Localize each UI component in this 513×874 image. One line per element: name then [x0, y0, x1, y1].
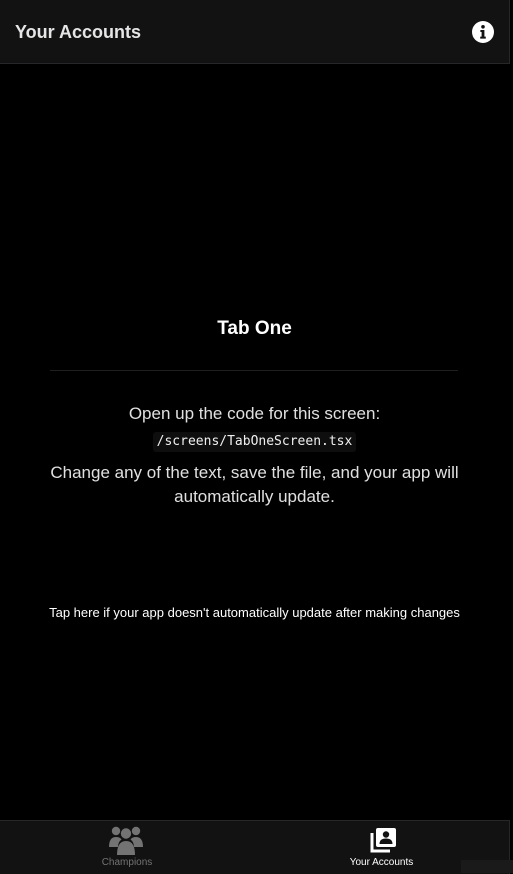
- bottom-tab-bar: Champions Your Accounts: [0, 820, 510, 874]
- tab-one-screen: Tab One Open up the code for this screen…: [0, 64, 509, 820]
- separator: [50, 370, 458, 371]
- screen-title: Tab One: [217, 318, 292, 339]
- code-path-container: /screens/TabOneScreen.tsx: [0, 432, 509, 452]
- tab-label-champions: Champions: [101, 857, 153, 868]
- instructions-text: Open up the code for this screen:: [128, 404, 381, 423]
- corner-strip: [461, 860, 513, 873]
- tab-champions[interactable]: Champions: [0, 821, 254, 874]
- users-group-icon: [109, 826, 143, 855]
- update-instructions-text: Change any of the text, save the file, a…: [50, 463, 459, 506]
- help-link[interactable]: Tap here if your app doesn't automatical…: [0, 604, 509, 621]
- contacts-book-icon: [370, 828, 396, 853]
- header-title: Your Accounts: [15, 22, 142, 42]
- info-icon[interactable]: [472, 21, 494, 43]
- code-path: /screens/TabOneScreen.tsx: [152, 432, 357, 452]
- app-header: Your Accounts: [0, 0, 510, 64]
